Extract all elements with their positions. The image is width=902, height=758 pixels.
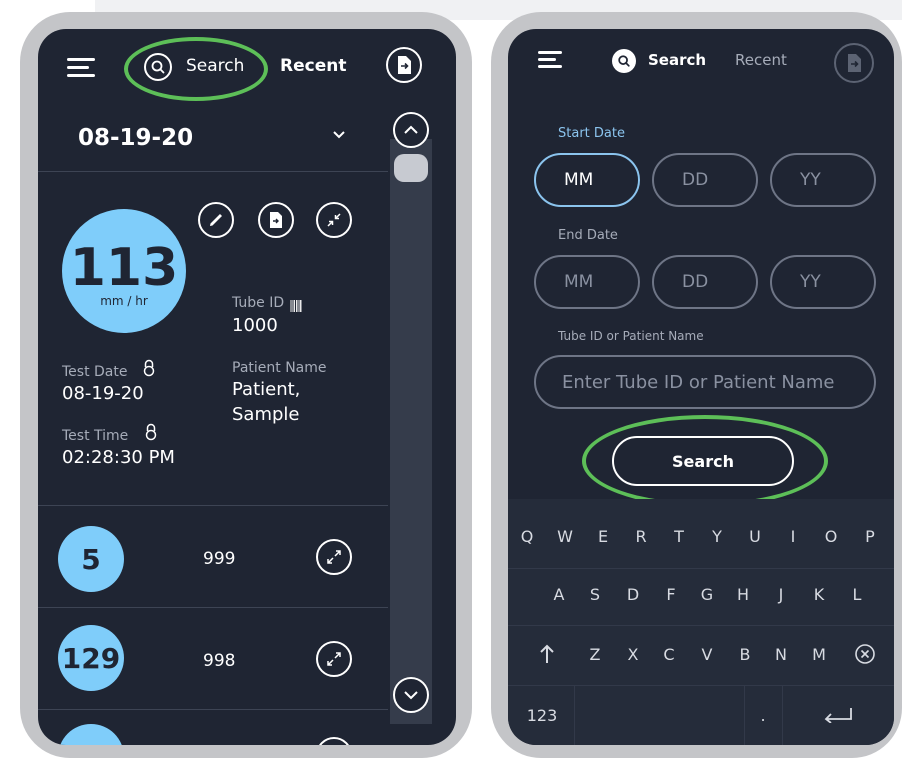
list-divider (38, 709, 388, 710)
result-divider (38, 505, 388, 506)
scrollbar-track[interactable] (390, 139, 432, 724)
tube-id-value: 1000 (232, 315, 278, 336)
menu-icon[interactable] (67, 58, 95, 78)
test-time-label: Test Time (62, 428, 129, 444)
list-item-tube-id: 998 (203, 651, 236, 671)
end-day-input[interactable]: DD (652, 255, 758, 309)
scroll-up-icon[interactable] (393, 112, 429, 148)
key[interactable]: C (650, 635, 688, 673)
search-highlight-ring (124, 37, 268, 101)
export-icon[interactable] (386, 47, 422, 83)
result-value: 113 (69, 238, 179, 298)
shift-icon[interactable] (528, 635, 566, 673)
key[interactable]: L (838, 575, 876, 613)
key[interactable]: Y (698, 517, 736, 555)
space-key[interactable] (575, 695, 743, 735)
end-date-label: End Date (558, 228, 618, 243)
key[interactable]: T (660, 517, 698, 555)
menu-icon[interactable] (538, 51, 562, 69)
search-icon[interactable] (612, 49, 636, 73)
scroll-down-icon[interactable] (393, 677, 429, 713)
numbers-key[interactable]: 123 (516, 695, 568, 735)
scrollbar-thumb[interactable] (394, 154, 428, 182)
test-date-label: Test Date (62, 364, 128, 380)
key[interactable]: N (762, 635, 800, 673)
end-year-input[interactable]: YY (770, 255, 876, 309)
key[interactable]: D (614, 575, 652, 613)
key[interactable]: S (576, 575, 614, 613)
key[interactable]: R (622, 517, 660, 555)
test-date-value: 08-19-20 (62, 383, 144, 404)
list-item-tube-id: 999 (203, 549, 236, 569)
search-screen: Search Recent Start Date MM DD YY End Da… (508, 29, 894, 745)
key-divider (508, 625, 894, 626)
key[interactable]: W (546, 517, 584, 555)
list-item-badge: 5 (58, 526, 124, 592)
key[interactable]: K (800, 575, 838, 613)
key[interactable]: U (736, 517, 774, 555)
list-divider (38, 607, 388, 608)
key-divider (508, 568, 894, 569)
edit-icon[interactable] (198, 202, 234, 238)
test-time-value: 02:28:30 PM (62, 447, 175, 468)
key[interactable]: Q (508, 517, 546, 555)
key-divider (782, 686, 783, 745)
key[interactable]: O (812, 517, 850, 555)
lock-icon (142, 359, 156, 381)
start-year-input[interactable]: YY (770, 153, 876, 207)
key[interactable]: J (762, 575, 800, 613)
patient-name-line1: Patient, (232, 379, 301, 400)
key[interactable]: X (614, 635, 652, 673)
start-month-input[interactable]: MM (534, 153, 640, 207)
barcode-icon (290, 297, 302, 316)
lock-icon (144, 423, 158, 445)
result-badge: 113 mm / hr (62, 209, 186, 333)
key[interactable]: G (688, 575, 726, 613)
key-divider (744, 686, 745, 745)
key[interactable]: V (688, 635, 726, 673)
key[interactable]: I (774, 517, 812, 555)
patient-name-line2: Sample (232, 404, 300, 425)
list-item-badge (58, 724, 124, 745)
results-screen: Search Recent 08-19-20 113 mm / hr Tube … (38, 29, 456, 745)
key[interactable]: B (726, 635, 764, 673)
collapse-icon[interactable] (316, 202, 352, 238)
tube-id-label: Tube ID (232, 295, 285, 311)
key[interactable]: P (850, 517, 890, 555)
chevron-down-icon[interactable] (332, 125, 346, 144)
date-selector-value[interactable]: 08-19-20 (78, 125, 193, 151)
export-icon[interactable] (834, 43, 874, 83)
document-icon[interactable] (258, 202, 294, 238)
delete-icon[interactable] (846, 635, 884, 673)
search-button-highlight-ring (582, 415, 828, 507)
period-key[interactable]: . (746, 695, 780, 735)
key[interactable]: M (800, 635, 838, 673)
date-divider (38, 171, 388, 172)
enter-icon[interactable] (788, 695, 888, 735)
recent-tab[interactable]: Recent (735, 51, 787, 69)
recent-tab[interactable]: Recent (280, 56, 346, 76)
search-tab[interactable]: Search (648, 51, 706, 69)
start-day-input[interactable]: DD (652, 153, 758, 207)
tube-patient-input[interactable]: Enter Tube ID or Patient Name (534, 355, 876, 409)
key[interactable]: A (540, 575, 578, 613)
expand-icon[interactable] (316, 641, 352, 677)
list-item-badge: 129 (58, 625, 124, 691)
key[interactable]: H (724, 575, 762, 613)
key[interactable]: E (584, 517, 622, 555)
expand-icon[interactable] (316, 737, 352, 745)
on-screen-keyboard: Q W E R T Y U I O P A S D F G H J K L Z … (508, 499, 894, 745)
patient-name-label: Patient Name (232, 360, 327, 376)
key[interactable]: F (652, 575, 690, 613)
start-date-label: Start Date (558, 126, 625, 141)
end-month-input[interactable]: MM (534, 255, 640, 309)
expand-icon[interactable] (316, 539, 352, 575)
key-divider (508, 685, 894, 686)
tube-patient-label: Tube ID or Patient Name (558, 329, 704, 343)
result-unit: mm / hr (100, 294, 148, 308)
key[interactable]: Z (576, 635, 614, 673)
